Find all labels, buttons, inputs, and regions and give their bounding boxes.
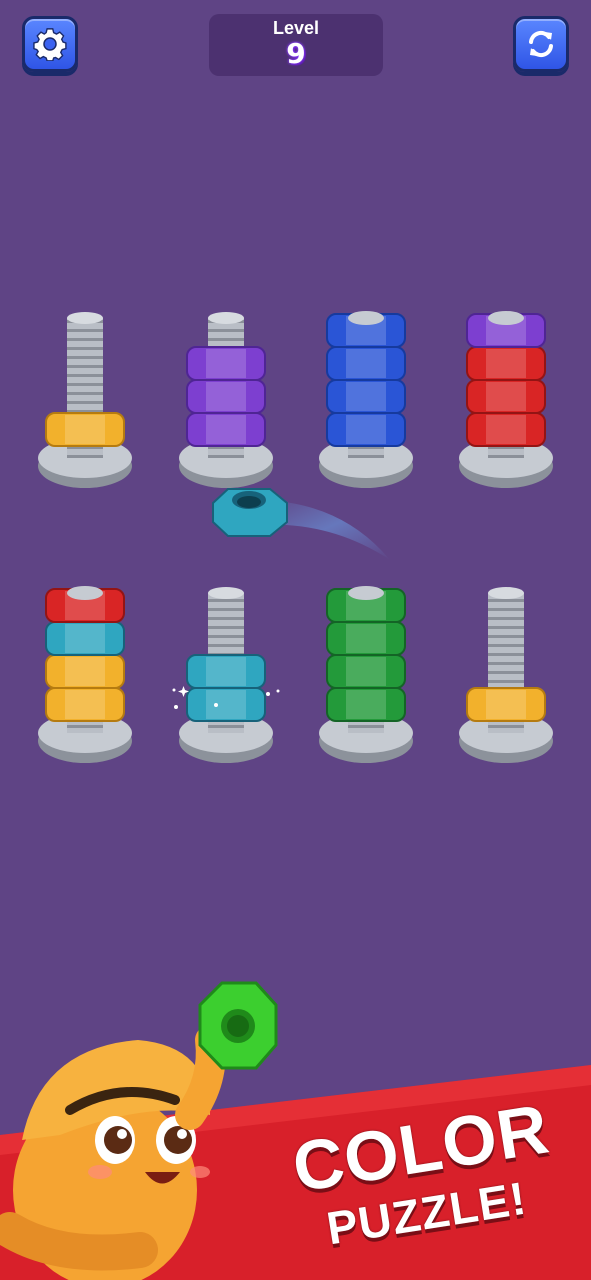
nut-yellow bbox=[45, 654, 125, 689]
nut-green bbox=[326, 621, 406, 656]
bolt-6[interactable] bbox=[179, 587, 273, 763]
nut-blue bbox=[326, 346, 406, 381]
bolt-7[interactable] bbox=[319, 586, 413, 763]
nut-blue bbox=[326, 412, 406, 447]
nut-red bbox=[466, 379, 546, 414]
nut-green bbox=[326, 687, 406, 722]
nut-purple bbox=[186, 412, 266, 447]
nut-yellow bbox=[45, 412, 125, 447]
nut-green bbox=[326, 654, 406, 689]
nut-purple bbox=[186, 346, 266, 381]
bolt-3[interactable] bbox=[319, 311, 413, 488]
nut-purple bbox=[186, 379, 266, 414]
nut-red bbox=[466, 412, 546, 447]
bolt-4[interactable] bbox=[459, 311, 553, 488]
nut-yellow bbox=[45, 687, 125, 722]
nut-teal bbox=[186, 654, 266, 689]
bolt-8[interactable] bbox=[459, 587, 553, 763]
nut-teal bbox=[45, 621, 125, 656]
game-board bbox=[0, 311, 591, 1280]
nut-red bbox=[466, 346, 546, 381]
nut-teal bbox=[186, 687, 266, 722]
nut-yellow bbox=[466, 687, 546, 722]
bolt-1[interactable] bbox=[38, 312, 132, 488]
bolt-5[interactable] bbox=[38, 586, 132, 763]
moving-nut[interactable] bbox=[212, 488, 288, 537]
nut-blue bbox=[326, 379, 406, 414]
bolt-2[interactable] bbox=[179, 312, 273, 488]
